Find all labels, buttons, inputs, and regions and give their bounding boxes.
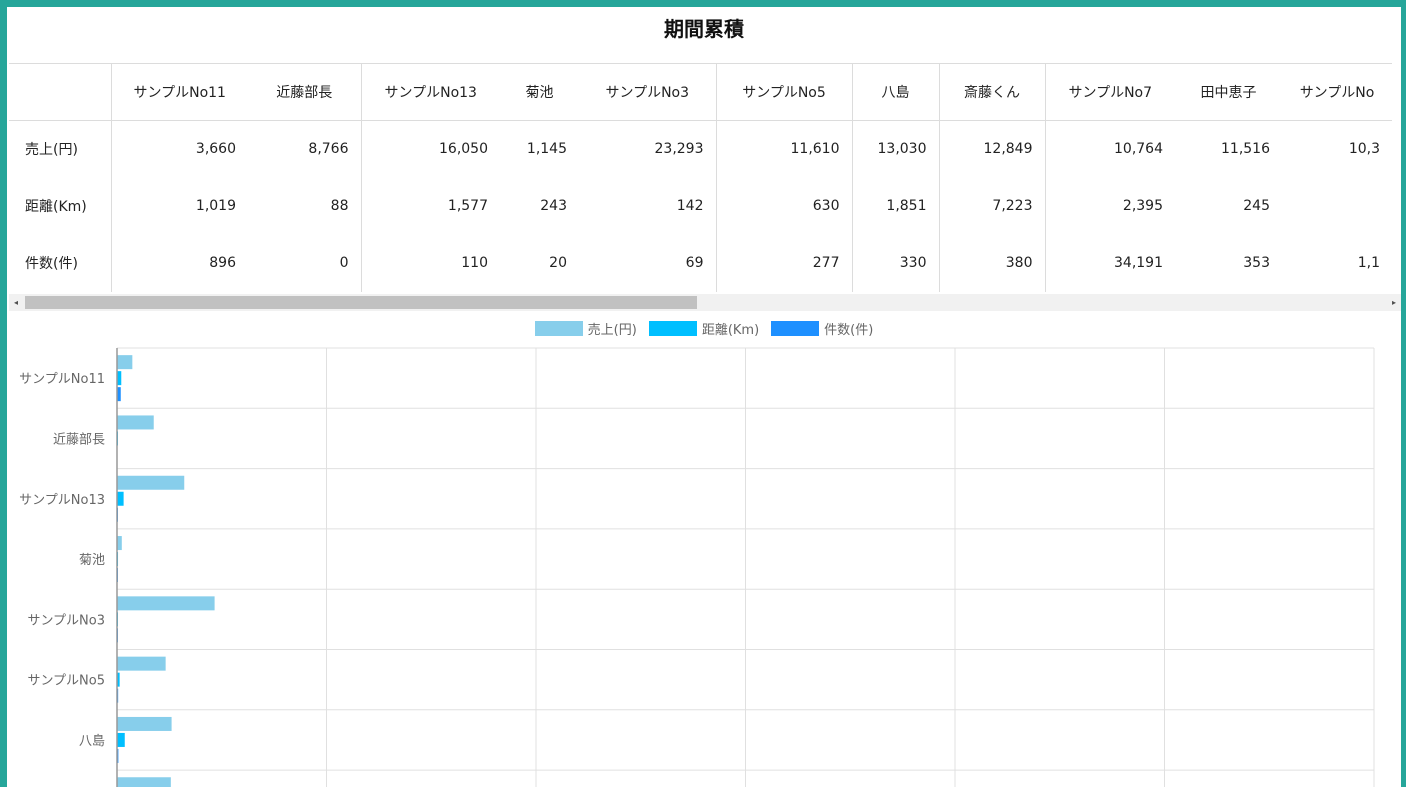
legend-label: 件数(件)	[824, 322, 874, 338]
table-cell: 353	[1243, 255, 1270, 271]
column-header: 八島	[852, 63, 940, 121]
scrollbar-thumb[interactable]	[25, 296, 697, 309]
y-tick-label: サンプルNo3	[27, 613, 105, 628]
page-title: 期間累積	[664, 17, 744, 41]
arrow-left-icon[interactable]: ◂	[9, 294, 23, 311]
table-corner-cell	[9, 63, 112, 121]
table-cell: 630	[716, 177, 853, 235]
chart-bar	[117, 716, 172, 731]
legend-swatch	[648, 320, 697, 336]
table-cell: 11,610	[716, 120, 853, 178]
table-cell: 1,1	[1357, 255, 1380, 271]
table-cell: 13,030	[852, 120, 940, 178]
row-label: 売上(円)	[9, 120, 112, 178]
chart-bar	[117, 596, 215, 611]
chart-bar	[117, 415, 154, 430]
table-cell: 69	[579, 234, 717, 292]
table-cell: 243	[540, 198, 567, 214]
row-label: 距離(Km)	[9, 177, 112, 235]
bar-chart-svg: サンプルNo11近藤部長サンプルNo13菊池サンプルNo3サンプルNo5八島斎藤…	[19, 347, 1375, 787]
column-header: サンプルNo7	[1045, 63, 1175, 121]
chart-bar	[117, 491, 124, 506]
table-cell: 23,293	[579, 120, 717, 178]
table-cell: 8,766	[248, 120, 362, 178]
chart-panel: 期間累積 サンプルNo11 近藤部長 サンプルNo13 菊池 サンプルNo3 サ…	[7, 7, 1401, 787]
table-cell: 10,764	[1114, 141, 1163, 158]
table-cell: 1,145	[526, 141, 567, 158]
table-cell: 896	[209, 255, 236, 271]
table-cell: 1,019	[195, 198, 236, 214]
legend-item-sales[interactable]: 売上(円)	[534, 319, 637, 338]
table-cell: 7,223	[939, 177, 1046, 235]
summary-table-container[interactable]: サンプルNo11 近藤部長 サンプルNo13 菊池 サンプルNo3 サンプルNo…	[9, 63, 1401, 294]
table-cell: 2,395	[1122, 198, 1163, 214]
table-row: 距離(Km) 1,019 88 1,577 243 142 630 1,851 …	[9, 177, 1392, 235]
table-cell: 10,3	[1348, 141, 1380, 158]
table-cell: 110	[461, 255, 488, 271]
chart-bar	[117, 656, 166, 671]
legend-item-distance[interactable]: 距離(Km)	[648, 319, 760, 338]
y-tick-label: サンプルNo5	[27, 674, 105, 689]
column-header: サンプルNo13	[361, 63, 500, 121]
table-row: 売上(円) 3,660 8,766 16,050 1,145 23,293 11…	[9, 120, 1392, 178]
column-header: 斎藤くん	[939, 63, 1046, 121]
table-cell: 330	[852, 234, 940, 292]
chart-legend: 売上(円) 距離(Km) 件数(件)	[7, 319, 1401, 338]
table-cell: 277	[716, 234, 853, 292]
chart-bar	[117, 475, 185, 490]
table-cell: 1,851	[852, 177, 940, 235]
column-header: 菊池	[500, 63, 579, 121]
y-tick-label: 近藤部長	[53, 432, 105, 447]
table-cell	[1282, 178, 1392, 235]
legend-swatch	[771, 320, 820, 336]
table-cell: 0	[248, 234, 362, 292]
column-header: サンプルNo3	[579, 63, 717, 121]
table-cell: 88	[248, 177, 362, 235]
y-tick-label: 八島	[79, 734, 105, 749]
table-cell: 11,516	[1221, 141, 1270, 158]
table-cell: 34,191	[1114, 255, 1163, 271]
row-label: 件数(件)	[9, 234, 112, 292]
legend-swatch	[534, 320, 583, 336]
chart-bar	[117, 355, 133, 370]
table-cell: 16,050	[439, 141, 488, 158]
column-header: 近藤部長	[248, 63, 362, 121]
table-cell: 245	[1243, 198, 1270, 214]
legend-label: 売上(円)	[587, 322, 637, 338]
chart-bar	[117, 732, 125, 747]
table-cell: 1,577	[447, 198, 488, 214]
table-cell: 3,660	[195, 141, 236, 158]
table-cell: 142	[579, 177, 717, 235]
y-tick-label: 菊池	[79, 553, 105, 568]
table-cell: 12,849	[939, 120, 1046, 178]
chart-bar	[117, 777, 171, 787]
y-tick-label: サンプルNo11	[19, 372, 105, 387]
column-header: サンプルNo11	[111, 63, 248, 121]
legend-item-count[interactable]: 件数(件)	[771, 319, 874, 338]
table-header-row: サンプルNo11 近藤部長 サンプルNo13 菊池 サンプルNo3 サンプルNo…	[9, 63, 1392, 121]
y-tick-label: サンプルNo13	[19, 493, 105, 508]
legend-label: 距離(Km)	[701, 322, 760, 338]
column-header: サンプルNo	[1282, 63, 1392, 121]
table-cell: 380	[939, 234, 1046, 292]
table-horizontal-scrollbar[interactable]: ◂ ▸	[9, 294, 1401, 311]
table-cell: 20	[549, 255, 567, 271]
column-header: サンプルNo5	[716, 63, 853, 121]
arrow-right-icon[interactable]: ▸	[1387, 294, 1401, 311]
table-row: 件数(件) 896 0 110 20 69 277 330 380 34,191…	[9, 234, 1392, 292]
bar-chart: サンプルNo11近藤部長サンプルNo13菊池サンプルNo3サンプルNo5八島斎藤…	[7, 347, 1401, 787]
column-header: 田中恵子	[1175, 63, 1282, 121]
summary-table: サンプルNo11 近藤部長 サンプルNo13 菊池 サンプルNo3 サンプルNo…	[9, 63, 1392, 292]
